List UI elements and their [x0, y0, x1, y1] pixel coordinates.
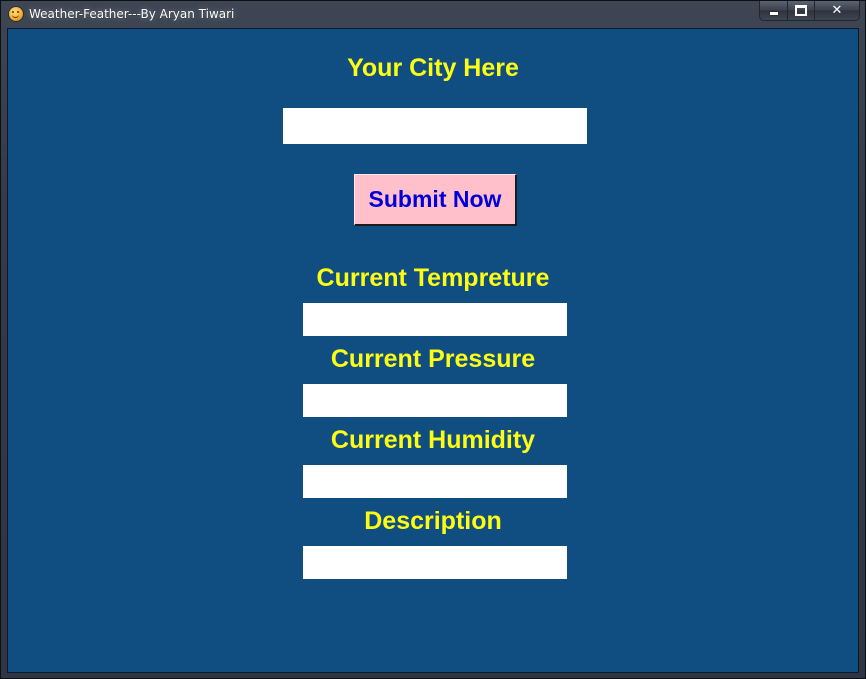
temperature-label: Current Tempreture	[316, 264, 550, 292]
window-controls: ✕	[759, 1, 860, 21]
maximize-button[interactable]	[787, 1, 814, 20]
close-button[interactable]: ✕	[814, 1, 859, 20]
title-bar[interactable]: Weather-Feather---By Aryan Tiwari ✕	[1, 1, 865, 28]
pressure-label: Current Pressure	[330, 345, 536, 373]
submit-button[interactable]: Submit Now	[354, 174, 517, 226]
minimize-button[interactable]	[760, 1, 787, 20]
humidity-field[interactable]	[303, 465, 567, 498]
description-label: Description	[364, 507, 502, 535]
minimize-icon	[769, 12, 778, 15]
humidity-label: Current Humidity	[330, 426, 536, 454]
app-window: Weather-Feather---By Aryan Tiwari ✕ Your…	[0, 0, 866, 679]
close-icon: ✕	[831, 3, 843, 18]
temperature-field[interactable]	[303, 303, 567, 336]
main-panel: Your City Here Submit Now Current Tempre…	[7, 28, 859, 673]
maximize-icon	[795, 5, 807, 16]
city-input[interactable]	[283, 108, 587, 144]
pressure-field[interactable]	[303, 384, 567, 417]
window-title: Weather-Feather---By Aryan Tiwari	[29, 7, 235, 21]
city-label: Your City Here	[347, 54, 519, 82]
description-field[interactable]	[303, 546, 567, 579]
smiley-app-icon[interactable]	[9, 7, 23, 21]
